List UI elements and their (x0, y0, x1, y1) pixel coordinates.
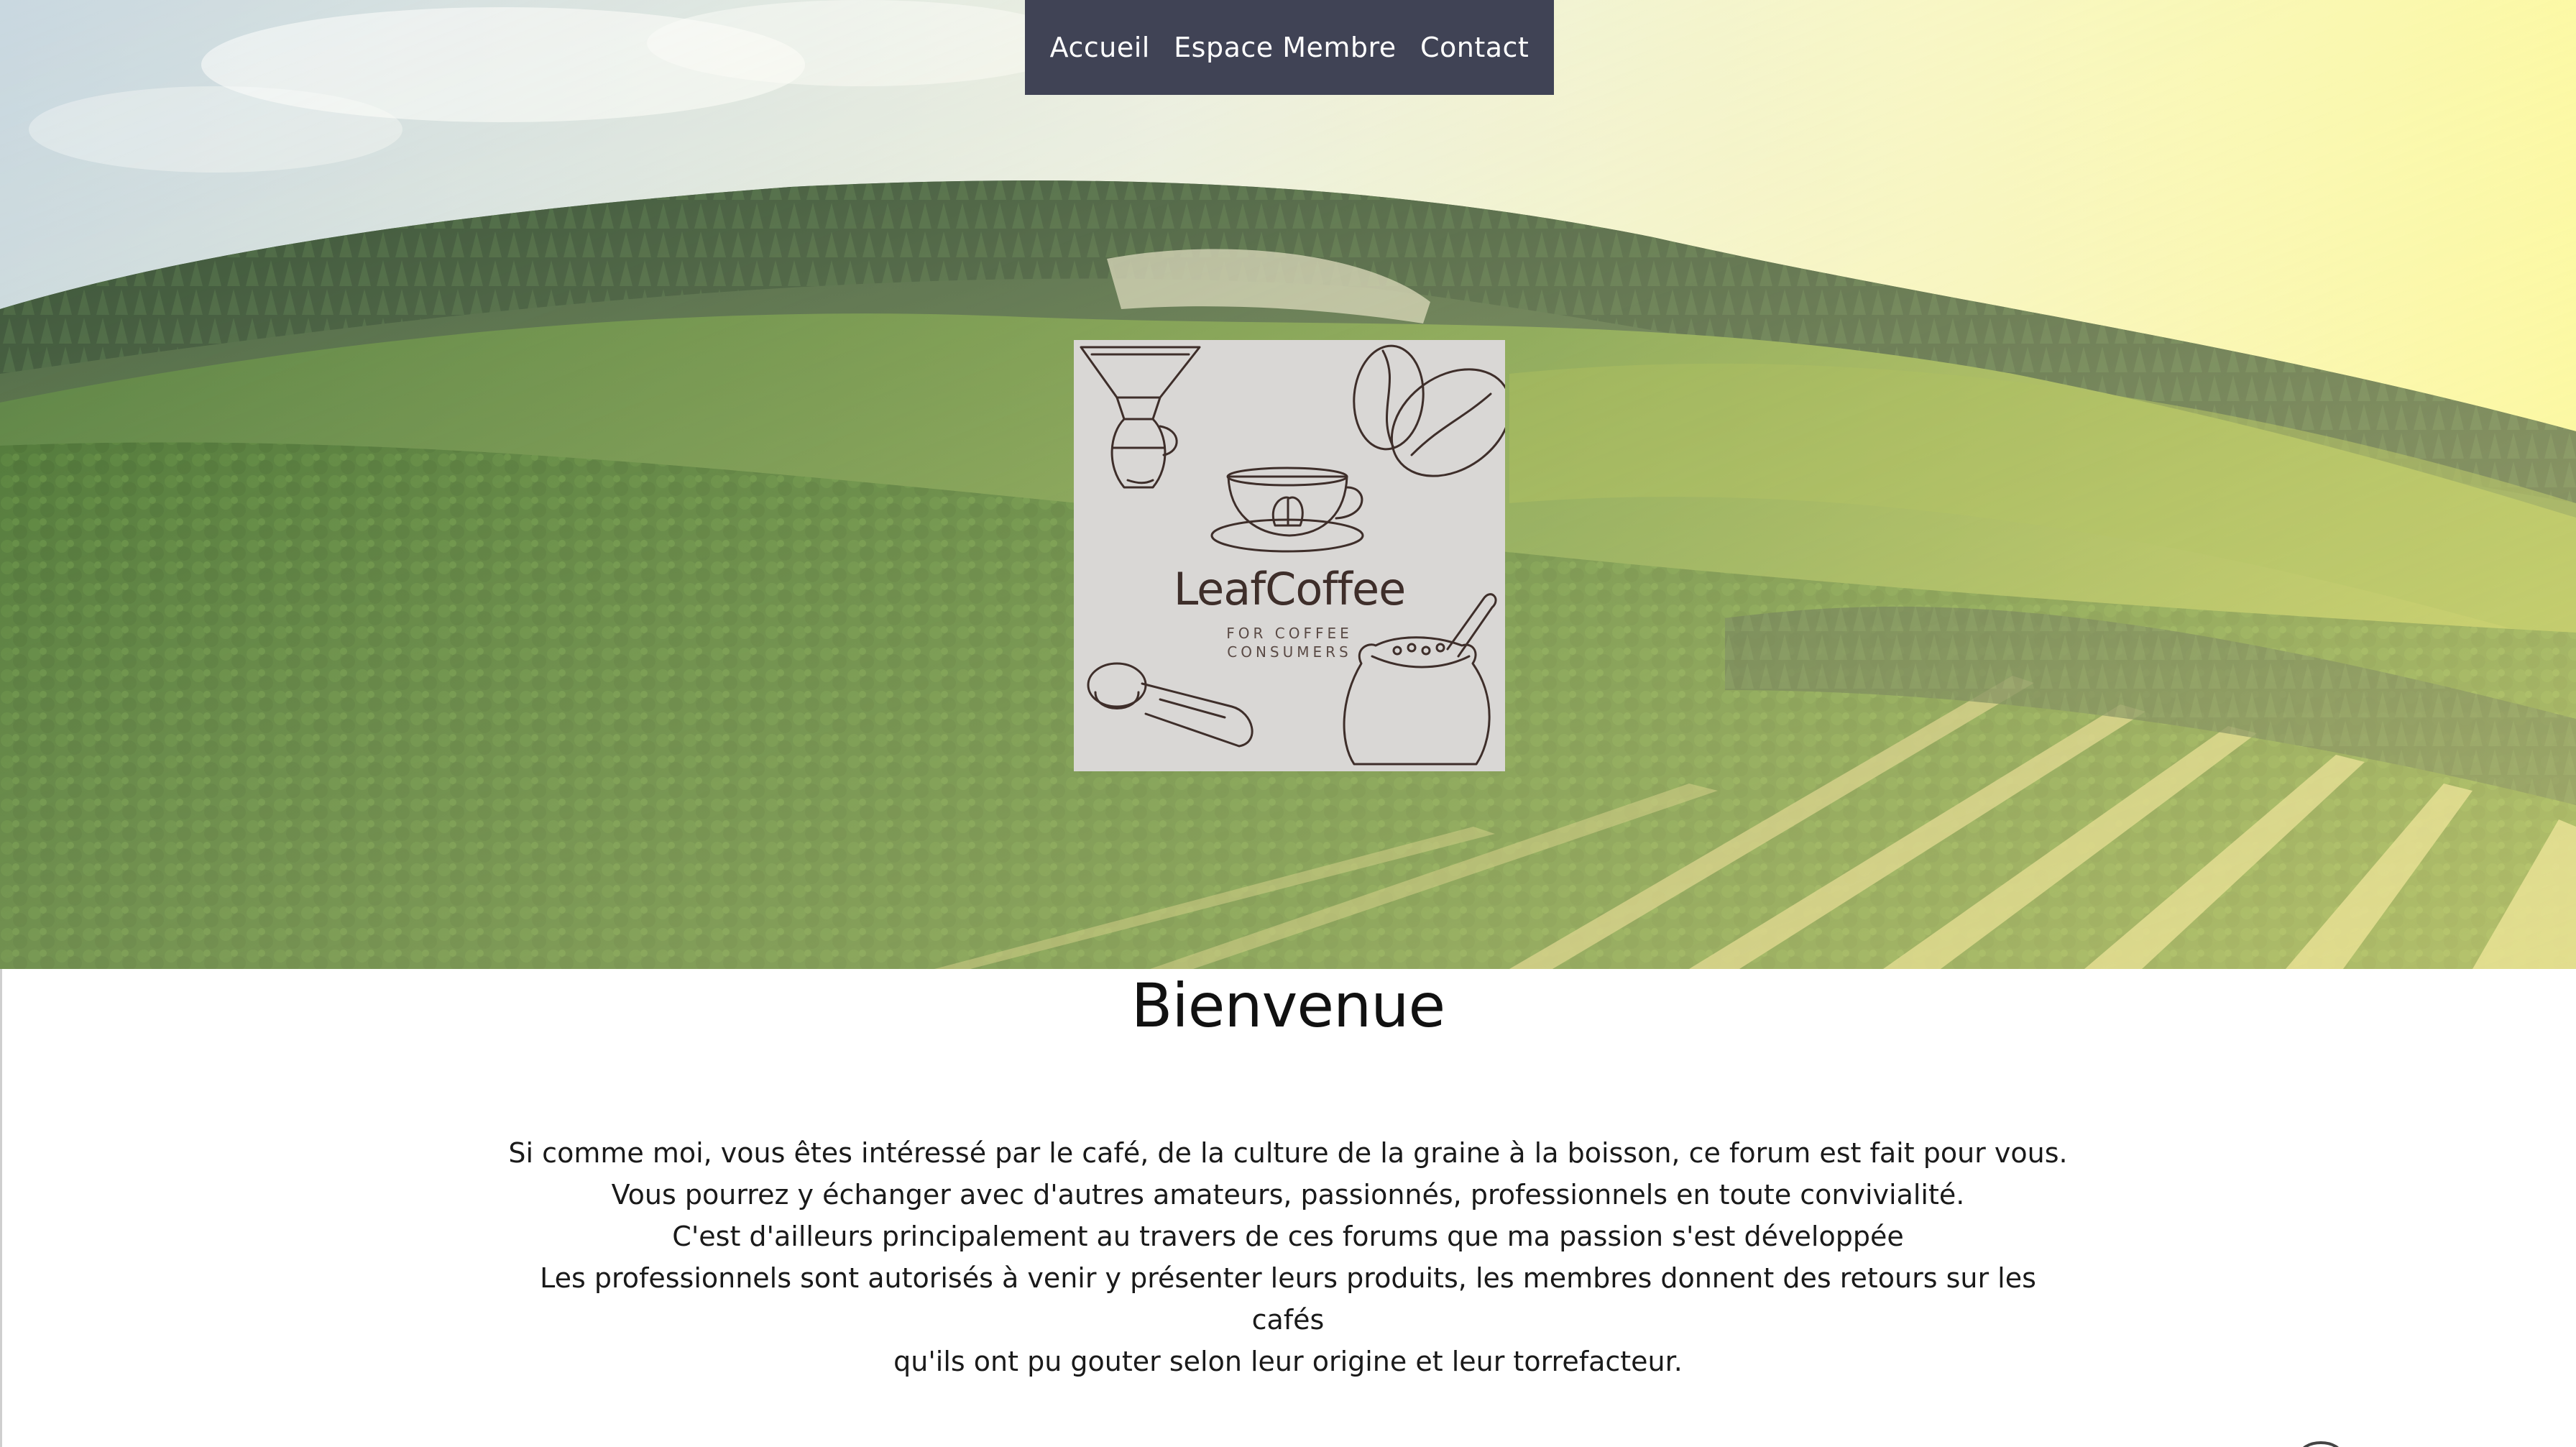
intro-line-3: C'est d'ailleurs principalement au trave… (672, 1221, 1904, 1252)
intro-line-2: Vous pourrez y échanger avec d'autres am… (611, 1179, 1965, 1211)
logo-subtitle-line1: FOR COFFEE (1226, 625, 1353, 642)
nav-link-contact[interactable]: Contact (1420, 32, 1529, 63)
logo-title: LeafCoffee (1173, 563, 1407, 615)
intro-line-5: qu'ils ont pu gouter selon leur origine … (893, 1346, 1683, 1377)
coffee-cup-icon (1210, 467, 1364, 553)
portafilter-icon (1087, 662, 1254, 748)
nav-link-espace-membre[interactable]: Espace Membre (1174, 32, 1397, 63)
nav-link-accueil[interactable]: Accueil (1050, 32, 1150, 63)
coffee-beans-icon (1353, 344, 1505, 477)
chat-bubble-icon[interactable] (2296, 1430, 2346, 1447)
leafcoffee-logo: LeafCoffee FOR COFFEE CONSUMERS (1074, 340, 1505, 771)
coffee-maker-icon (1080, 346, 1201, 489)
hero-banner: Accueil Espace Membre Contact LeafCoffee… (0, 0, 2576, 969)
intro-text: Si comme moi, vous êtes intéressé par le… (503, 1132, 2073, 1382)
page: Accueil Espace Membre Contact LeafCoffee… (0, 0, 2576, 1447)
page-heading: Bienvenue (1131, 970, 1445, 1041)
intro-line-1: Si comme moi, vous êtes intéressé par le… (508, 1137, 2068, 1169)
top-navigation: Accueil Espace Membre Contact (1025, 0, 1554, 95)
logo-subtitle-line2: CONSUMERS (1227, 643, 1352, 661)
logo-illustrations (1080, 344, 1505, 766)
intro-line-4: Les professionnels sont autorisés à veni… (540, 1262, 2036, 1336)
coffee-sack-icon (1343, 593, 1497, 766)
